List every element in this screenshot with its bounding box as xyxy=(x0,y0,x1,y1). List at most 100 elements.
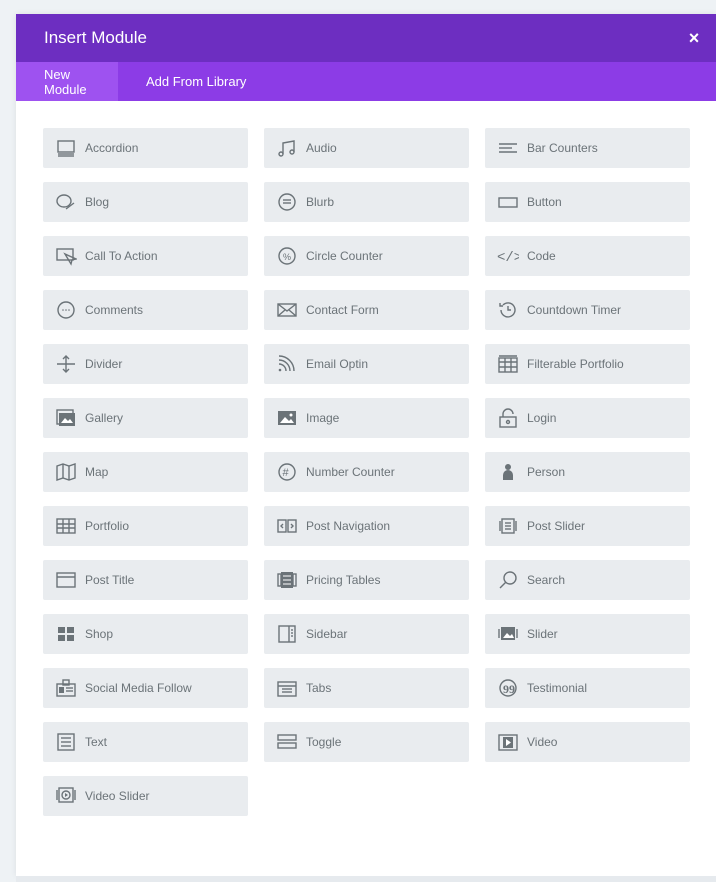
module-shop[interactable]: Shop xyxy=(43,614,248,654)
module-map[interactable]: Map xyxy=(43,452,248,492)
dialog-titlebar: Insert Module × xyxy=(16,14,716,62)
module-text[interactable]: Text xyxy=(43,722,248,762)
module-countdown-timer[interactable]: Countdown Timer xyxy=(485,290,690,330)
bar-counters-icon xyxy=(497,138,519,158)
pricing-tables-icon xyxy=(276,570,298,590)
circle-counter-icon: % xyxy=(276,246,298,266)
module-post-slider[interactable]: Post Slider xyxy=(485,506,690,546)
countdown-timer-icon xyxy=(497,300,519,320)
module-label: Toggle xyxy=(306,735,342,749)
module-divider[interactable]: Divider xyxy=(43,344,248,384)
module-label: Comments xyxy=(85,303,144,317)
code-icon: </> xyxy=(497,246,519,266)
sidebar-icon xyxy=(276,624,298,644)
toggle-icon xyxy=(276,732,298,752)
module-testimonial[interactable]: 99 Testimonial xyxy=(485,668,690,708)
testimonial-icon: 99 xyxy=(497,678,519,698)
module-toggle[interactable]: Toggle xyxy=(264,722,469,762)
module-label: Search xyxy=(527,573,566,587)
module-circle-counter[interactable]: % Circle Counter xyxy=(264,236,469,276)
blog-icon xyxy=(55,192,77,212)
module-label: Divider xyxy=(85,357,123,371)
button-icon xyxy=(497,192,519,212)
module-post-title[interactable]: Post Title xyxy=(43,560,248,600)
post-title-icon xyxy=(55,570,77,590)
module-label: Audio xyxy=(306,141,337,155)
module-search[interactable]: Search xyxy=(485,560,690,600)
module-code[interactable]: </> Code xyxy=(485,236,690,276)
video-icon xyxy=(497,732,519,752)
module-filterable-portfolio[interactable]: Filterable Portfolio xyxy=(485,344,690,384)
module-image[interactable]: Image xyxy=(264,398,469,438)
module-label: Portfolio xyxy=(85,519,130,533)
image-icon xyxy=(276,408,298,428)
module-accordion[interactable]: Accordion xyxy=(43,128,248,168)
module-label: Code xyxy=(527,249,556,263)
module-blog[interactable]: Blog xyxy=(43,182,248,222)
module-label: Gallery xyxy=(85,411,124,425)
dialog-bottom-edge xyxy=(16,876,716,882)
module-grid: Accordion Audio Bar Counters Blog Blurb Butto… xyxy=(43,128,690,816)
close-icon[interactable]: × xyxy=(684,28,704,49)
module-sidebar[interactable]: Sidebar xyxy=(264,614,469,654)
post-slider-icon xyxy=(497,516,519,536)
module-label: Video xyxy=(527,735,558,749)
tabs-icon xyxy=(276,678,298,698)
module-label: Contact Form xyxy=(306,303,379,317)
social-media-follow-icon xyxy=(55,678,77,698)
module-contact-form[interactable]: Contact Form xyxy=(264,290,469,330)
svg-text:99: 99 xyxy=(503,682,515,696)
module-label: Post Navigation xyxy=(306,519,391,533)
module-person[interactable]: Person xyxy=(485,452,690,492)
video-slider-icon xyxy=(55,786,77,806)
module-label: Number Counter xyxy=(306,465,395,479)
module-label: Sidebar xyxy=(306,627,348,641)
module-social-media-follow[interactable]: Social Media Follow xyxy=(43,668,248,708)
module-audio[interactable]: Audio xyxy=(264,128,469,168)
filterable-portfolio-icon xyxy=(497,354,519,374)
comments-icon xyxy=(55,300,77,320)
module-post-navigation[interactable]: Post Navigation xyxy=(264,506,469,546)
module-label: Bar Counters xyxy=(527,141,598,155)
tab-new-module[interactable]: New Module xyxy=(16,62,118,101)
module-slider[interactable]: Slider xyxy=(485,614,690,654)
number-counter-icon: # xyxy=(276,462,298,482)
module-label: Button xyxy=(527,195,562,209)
accordion-icon xyxy=(55,138,77,158)
module-video-slider[interactable]: Video Slider xyxy=(43,776,248,816)
module-label: Tabs xyxy=(306,681,332,695)
module-label: Testimonial xyxy=(527,681,588,695)
module-portfolio[interactable]: Portfolio xyxy=(43,506,248,546)
module-label: Email Optin xyxy=(306,357,369,371)
module-label: Text xyxy=(85,735,108,749)
module-pricing-tables[interactable]: Pricing Tables xyxy=(264,560,469,600)
module-video[interactable]: Video xyxy=(485,722,690,762)
module-label: Post Slider xyxy=(527,519,586,533)
module-number-counter[interactable]: # Number Counter xyxy=(264,452,469,492)
email-optin-icon xyxy=(276,354,298,374)
module-label: Call To Action xyxy=(85,249,158,263)
audio-icon xyxy=(276,138,298,158)
dialog-tabs: New Module Add From Library xyxy=(16,62,716,101)
module-tabs[interactable]: Tabs xyxy=(264,668,469,708)
module-comments[interactable]: Comments xyxy=(43,290,248,330)
insert-module-dialog: Insert Module × New Module Add From Libr… xyxy=(16,14,716,876)
search-icon xyxy=(497,570,519,590)
module-call-to-action[interactable]: Call To Action xyxy=(43,236,248,276)
module-bar-counters[interactable]: Bar Counters xyxy=(485,128,690,168)
module-gallery[interactable]: Gallery xyxy=(43,398,248,438)
shop-icon xyxy=(55,624,77,644)
module-label: Circle Counter xyxy=(306,249,383,263)
map-icon xyxy=(55,462,77,482)
tab-add-from-library[interactable]: Add From Library xyxy=(118,62,274,101)
module-login[interactable]: Login xyxy=(485,398,690,438)
module-blurb[interactable]: Blurb xyxy=(264,182,469,222)
module-label: Blurb xyxy=(306,195,335,209)
svg-text:</>: </> xyxy=(497,250,519,266)
blurb-icon xyxy=(276,192,298,212)
module-label: Accordion xyxy=(85,141,139,155)
module-label: Pricing Tables xyxy=(306,573,381,587)
gallery-icon xyxy=(55,408,77,428)
module-button[interactable]: Button xyxy=(485,182,690,222)
module-email-optin[interactable]: Email Optin xyxy=(264,344,469,384)
